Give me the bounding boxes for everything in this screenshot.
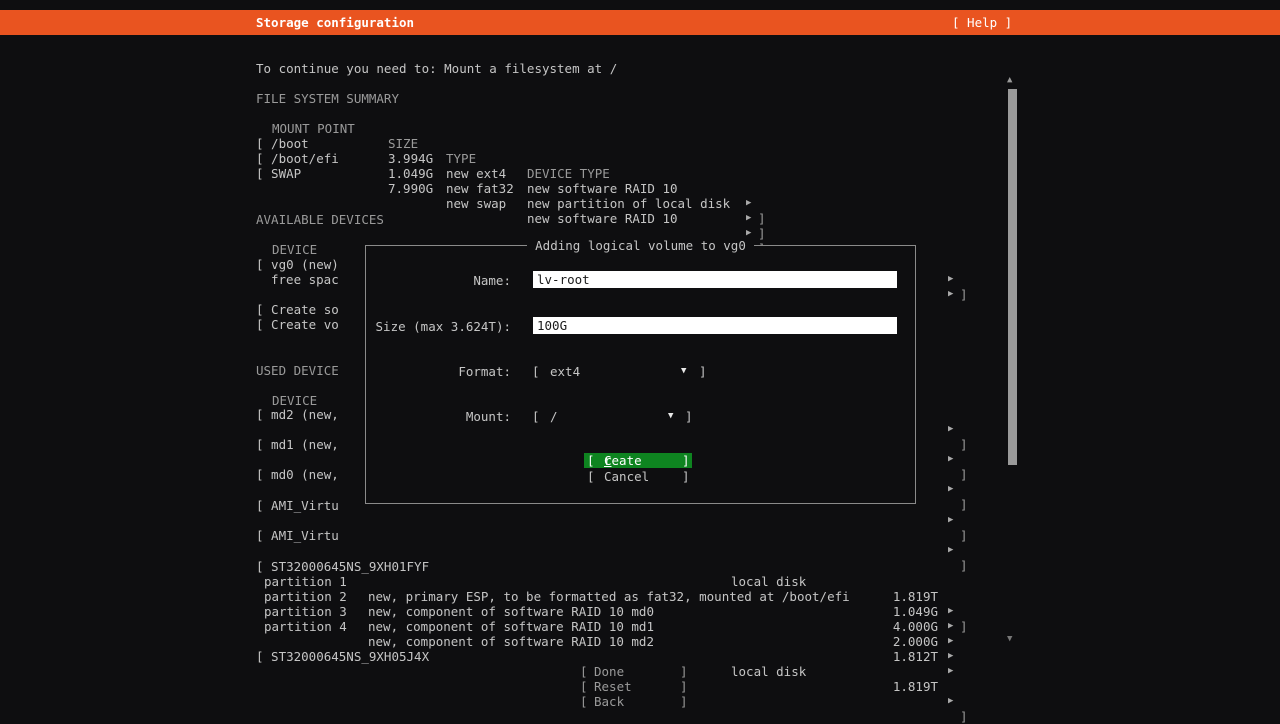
- expand-icon: ▶: [948, 272, 953, 287]
- page-title: Storage configuration: [256, 14, 414, 31]
- fs-summary-row-boot[interactable]: [ /boot 3.994G new ext4 new software RAI…: [0, 121, 1280, 136]
- reset-button[interactable]: [ Reset ]: [580, 679, 688, 694]
- mount-label: Mount:: [366, 409, 511, 424]
- chevron-down-icon: ▼: [668, 409, 673, 424]
- available-devices-heading: AVAILABLE DEVICES: [0, 197, 1280, 212]
- name-input[interactable]: [533, 271, 897, 288]
- size-label: Size (max 3.624T):: [366, 319, 511, 334]
- partition-row-2[interactable]: partition 2 new, component of software R…: [0, 574, 1280, 589]
- name-label: Name:: [366, 273, 511, 288]
- create-button[interactable]: [ Create ]: [584, 453, 692, 468]
- fs-summary-heading: FILE SYSTEM SUMMARY: [0, 76, 1280, 91]
- scrollbar-thumb[interactable]: [1008, 89, 1017, 465]
- dialog-title: Adding logical volume to vg0: [366, 238, 915, 253]
- fs-summary-row-swap[interactable]: [ SWAP 7.990G new swap new software RAID…: [0, 151, 1280, 166]
- partition-row-1[interactable]: partition 1 new, primary ESP, to be form…: [0, 559, 1280, 574]
- disk-row-st32000645ns-9xh05j4x[interactable]: [ ST32000645NS_9XH05J4X local disk 1.819…: [0, 634, 1280, 649]
- partition-row-4[interactable]: partition 4 new, component of software R…: [0, 604, 1280, 619]
- help-button[interactable]: [ Help ]: [952, 14, 1012, 31]
- chevron-down-icon: ▼: [681, 364, 686, 379]
- partition-row-3[interactable]: partition 3 new, component of software R…: [0, 589, 1280, 604]
- done-button[interactable]: [ Done ]: [580, 664, 688, 679]
- app-header: Storage configuration [ Help ]: [0, 10, 1280, 35]
- format-select[interactable]: [ ext4 ▼ ]: [532, 364, 707, 379]
- size-input[interactable]: [533, 317, 897, 334]
- add-logical-volume-dialog: Adding logical volume to vg0 Name: Size …: [365, 245, 916, 504]
- mount-select[interactable]: [ / ▼ ]: [532, 409, 707, 424]
- disk-row-st32000645ns-9xh01fyf[interactable]: [ ST32000645NS_9XH01FYF local disk 1.819…: [0, 544, 1280, 559]
- expand-icon: ▶: [948, 694, 953, 709]
- scroll-up-icon[interactable]: ▲: [1007, 73, 1012, 88]
- scroll-down-icon[interactable]: ▼: [1007, 632, 1012, 647]
- back-button[interactable]: [ Back ]: [580, 694, 688, 709]
- continue-requirement-note: To continue you need to: Mount a filesys…: [0, 46, 1280, 61]
- fs-summary-header: MOUNT POINT SIZE TYPE DEVICE TYPE: [0, 106, 1280, 121]
- cancel-button[interactable]: [ Cancel ]: [584, 469, 692, 484]
- device-row-ami-virtual-2[interactable]: [ AMI_Virtu ▶ ]: [0, 513, 1280, 528]
- fs-summary-row-boot-efi[interactable]: [ /boot/efi 1.049G new fat32 new partiti…: [0, 136, 1280, 151]
- expand-icon: ▶: [746, 211, 751, 226]
- expand-icon: ▶: [948, 664, 953, 679]
- format-label: Format:: [366, 364, 511, 379]
- expand-icon: ▶: [948, 619, 953, 634]
- expand-icon: ▶: [948, 649, 953, 664]
